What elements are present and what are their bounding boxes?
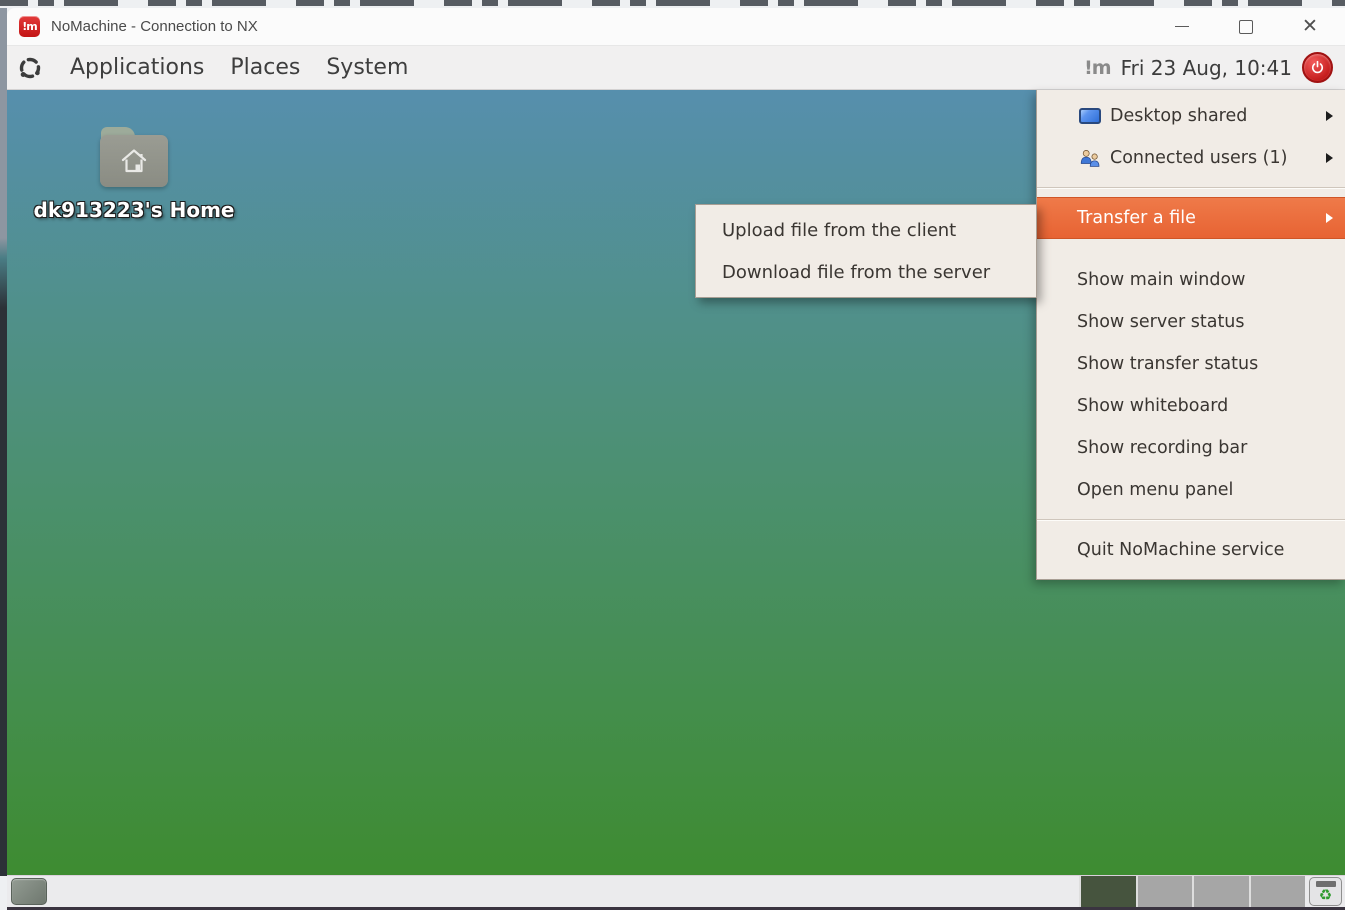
- menu-item-label: Desktop shared: [1110, 106, 1247, 126]
- submenu-arrow-icon: [1326, 213, 1333, 223]
- menu-separator: [1037, 187, 1345, 189]
- menubar-item-places[interactable]: Places: [217, 53, 313, 82]
- menu-item-show-server-status[interactable]: Show server status: [1037, 301, 1345, 343]
- workspace-switcher: [1079, 876, 1305, 907]
- background-window-bleed-left: [0, 8, 7, 876]
- titlebar[interactable]: !m NoMachine - Connection to NX ✕: [7, 8, 1345, 46]
- menu-separator: [1037, 519, 1345, 521]
- menu-item-label: Quit NoMachine service: [1077, 540, 1284, 560]
- transfer-file-submenu: Upload file from the client Download fil…: [695, 204, 1037, 298]
- maximize-icon: [1239, 20, 1253, 34]
- distro-circle-icon: [17, 55, 43, 81]
- trash-applet-button[interactable]: ♻: [1309, 877, 1342, 906]
- submenu-item-label: Upload file from the client: [722, 220, 956, 241]
- menubar-right: !m Fri 23 Aug, 10:41: [1084, 52, 1333, 83]
- menubar-item-applications[interactable]: Applications: [57, 53, 217, 82]
- clock[interactable]: Fri 23 Aug, 10:41: [1121, 56, 1292, 80]
- submenu-item-download-file[interactable]: Download file from the server: [696, 251, 1036, 293]
- nomachine-tray-icon[interactable]: !m: [1084, 57, 1110, 79]
- minimize-button[interactable]: [1173, 18, 1191, 36]
- submenu-arrow-icon: [1326, 111, 1333, 121]
- window-title: NoMachine - Connection to NX: [51, 18, 258, 35]
- menu-item-label: Show whiteboard: [1077, 396, 1228, 416]
- menu-item-label: Show recording bar: [1077, 438, 1247, 458]
- menu-item-show-main-window[interactable]: Show main window: [1037, 259, 1345, 301]
- home-folder-label[interactable]: dk913223's Home: [34, 198, 235, 222]
- close-button[interactable]: ✕: [1301, 18, 1319, 36]
- menu-item-open-menu-panel[interactable]: Open menu panel: [1037, 469, 1345, 511]
- menu-item-desktop-shared[interactable]: Desktop shared: [1037, 95, 1345, 137]
- workspace-2[interactable]: [1136, 876, 1193, 907]
- power-icon: [1310, 60, 1325, 75]
- menu-spacer: [1037, 239, 1345, 259]
- menu-item-transfer-a-file[interactable]: Transfer a file: [1037, 197, 1345, 239]
- show-desktop-button[interactable]: [11, 878, 47, 905]
- minimize-icon: [1175, 26, 1189, 28]
- home-glyph-icon: [119, 147, 149, 175]
- menu-item-label: Show server status: [1077, 312, 1245, 332]
- menubar-item-system[interactable]: System: [313, 53, 421, 82]
- power-button[interactable]: [1302, 52, 1333, 83]
- submenu-item-label: Download file from the server: [722, 262, 990, 283]
- menu-item-show-whiteboard[interactable]: Show whiteboard: [1037, 385, 1345, 427]
- submenu-item-upload-file[interactable]: Upload file from the client: [696, 209, 1036, 251]
- taskbar-right: ♻: [1079, 876, 1345, 907]
- menu-item-label: Transfer a file: [1077, 208, 1196, 228]
- screen: !m NoMachine - Connection to NX ✕ Applic…: [0, 0, 1345, 910]
- workspace-1[interactable]: [1079, 876, 1136, 907]
- nomachine-tray-menu: Desktop shared Connected users (1) Trans…: [1036, 90, 1345, 580]
- submenu-arrow-icon: [1326, 153, 1333, 163]
- workspace-3[interactable]: [1192, 876, 1249, 907]
- menu-item-label: Show transfer status: [1077, 354, 1258, 374]
- menu-item-quit-nomachine-service[interactable]: Quit NoMachine service: [1037, 529, 1345, 571]
- desktop-menubar: Applications Places System !m Fri 23 Aug…: [7, 46, 1345, 90]
- menu-item-connected-users[interactable]: Connected users (1): [1037, 137, 1345, 179]
- workspace-4[interactable]: [1249, 876, 1306, 907]
- menu-item-label: Show main window: [1077, 270, 1245, 290]
- folder-body: [100, 135, 168, 187]
- display-icon: [1078, 108, 1102, 124]
- window-controls: ✕: [1173, 18, 1335, 36]
- home-folder-icon[interactable]: [100, 127, 168, 187]
- background-window-bleed-top: [0, 0, 1345, 8]
- menu-item-show-recording-bar[interactable]: Show recording bar: [1037, 427, 1345, 469]
- menu-item-label: Connected users (1): [1110, 148, 1287, 168]
- recycle-icon: ♻: [1319, 887, 1332, 904]
- menu-item-label: Open menu panel: [1077, 480, 1233, 500]
- maximize-button[interactable]: [1237, 18, 1255, 36]
- nomachine-logo-icon: !m: [19, 16, 40, 37]
- users-icon: [1078, 148, 1102, 168]
- taskbar: ♻: [7, 875, 1345, 910]
- menu-item-show-transfer-status[interactable]: Show transfer status: [1037, 343, 1345, 385]
